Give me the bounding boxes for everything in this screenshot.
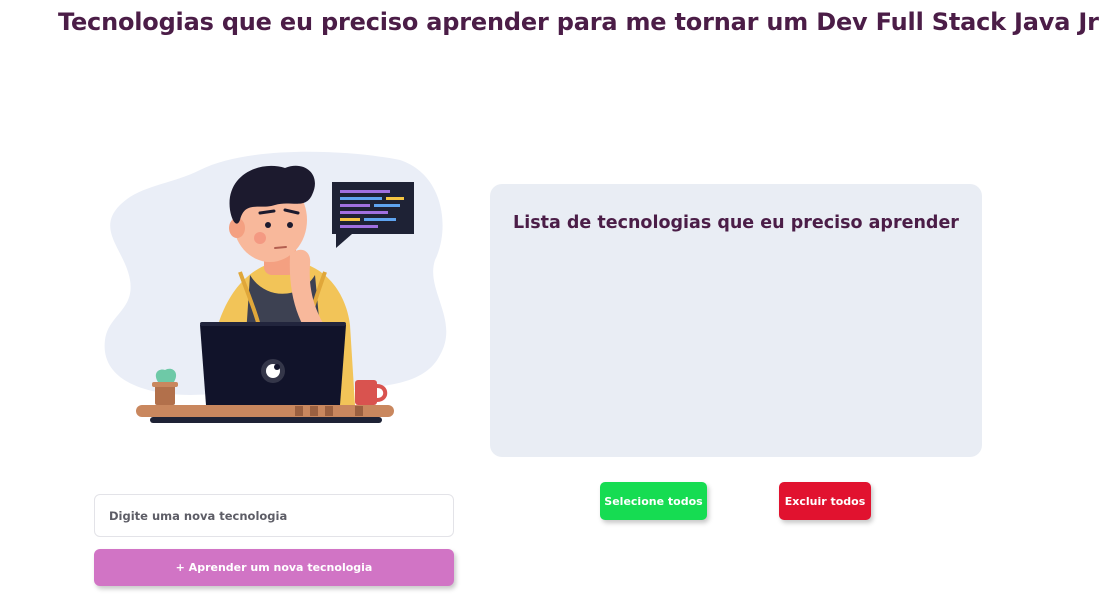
tech-list-title: Lista de tecnologias que eu preciso apre… — [513, 213, 959, 233]
developer-illustration — [100, 150, 460, 430]
new-technology-input[interactable] — [94, 494, 454, 537]
page: Tecnologias que eu preciso aprender para… — [0, 0, 1107, 607]
select-all-button[interactable]: Selecione todos — [600, 482, 707, 520]
page-title: Tecnologias que eu preciso aprender para… — [58, 8, 1099, 36]
developer-thinking-icon — [104, 151, 447, 423]
delete-all-button[interactable]: Excluir todos — [779, 482, 871, 520]
add-technology-button[interactable]: + Aprender um nova tecnologia — [94, 549, 454, 586]
